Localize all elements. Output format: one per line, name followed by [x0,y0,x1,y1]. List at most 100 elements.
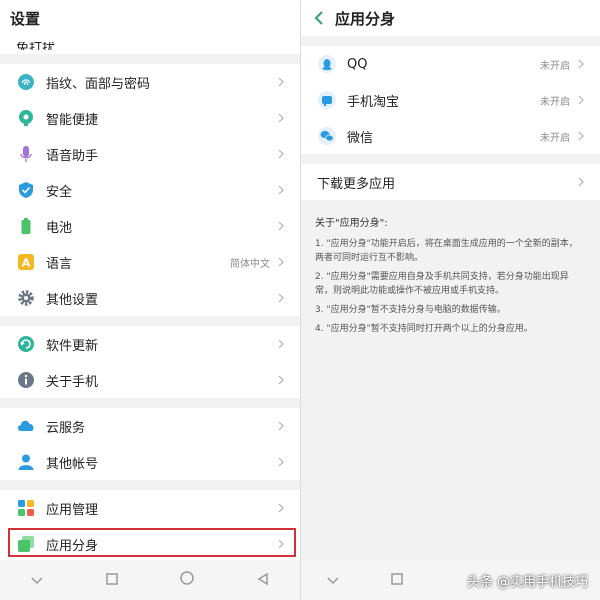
chevron-right-icon [578,176,586,188]
item-label: 语音助手 [46,148,99,164]
note-2: 2. "应用分身"需要应用自身及手机共同支持，若分身功能出现异常，则说明此功能或… [315,272,569,296]
chevron-right-icon [278,420,286,432]
chevron-right-icon [278,338,286,350]
person-icon [16,452,36,472]
settings-group: 指纹、面部与密码 智能便捷语音助手安全电池 A 语言 简体中文其他设置 [0,64,300,316]
settings-item-smart-assist[interactable]: 智能便捷 [0,100,300,136]
smart-assist-icon [16,108,36,128]
download-more-group: 下载更多应用 [301,164,600,200]
item-value: 简体中文 [230,258,270,270]
note-3: 3. "应用分身"暂不支持分身与电脑的数据传输。 [315,305,506,315]
settings-item-cloud[interactable]: 云服务 [0,408,300,444]
settings-item-microphone[interactable]: 语音助手 [0,136,300,172]
settings-group: 云服务 其他帐号 [0,408,300,480]
item-label: 其他设置 [46,292,99,308]
page-title: 设置 [10,9,41,28]
info-icon [16,370,36,390]
fingerprint-icon [16,72,36,92]
settings-title-bar: 设置 [0,0,300,36]
gear-icon [16,288,36,308]
item-label: 智能便捷 [46,112,99,128]
settings-list: 指纹、面部与密码 智能便捷语音助手安全电池 A 语言 简体中文其他设置软件更新关于手机云… [0,54,300,562]
page-title: 应用分身 [335,9,396,28]
nav-recent-apps-icon[interactable] [390,571,404,590]
item-label: 指纹、面部与密码 [46,76,151,92]
app-clone-pane: 应用分身 QQ 未开启 手机淘宝 未开启 微信 未开启 下载更多应用 关于"应用分身": … [301,0,600,600]
settings-item-fingerprint[interactable]: 指纹、面部与密码 [0,64,300,100]
item-label: QQ [347,56,368,72]
microphone-icon [16,144,36,164]
wechat-icon [317,126,337,146]
watermark: 头条 @实用手机技巧 [466,575,588,590]
item-label: 应用分身 [46,538,99,554]
back-arrow-icon[interactable] [313,8,329,28]
item-label: 安全 [46,184,73,200]
settings-group: 应用管理 应用分身 [0,490,300,562]
svg-text:A: A [22,257,31,270]
taobao-icon [317,90,337,110]
nav-down-icon[interactable] [30,571,44,590]
status-text: 未开启 [540,96,570,108]
app-list: QQ 未开启 手机淘宝 未开启 微信 未开启 [301,46,600,154]
app-clone-icon [16,534,36,554]
download-more-apps-item[interactable]: 下载更多应用 [301,164,600,200]
app-item-qq[interactable]: QQ 未开启 [301,46,600,82]
chevron-right-icon [278,374,286,386]
settings-item-info[interactable]: 关于手机 [0,362,300,398]
note-4: 4. "应用分身"暂不支持同时打开两个以上的分身应用。 [315,324,533,334]
status-text: 未开启 [540,132,570,144]
item-label: 电池 [46,220,73,236]
navigation-bar [0,560,300,600]
nav-home-icon[interactable] [179,570,195,590]
settings-item-app-clone[interactable]: 应用分身 [0,526,300,562]
item-label: 微信 [347,130,374,146]
nav-recent-apps-icon[interactable] [105,571,119,590]
settings-item-gear[interactable]: 其他设置 [0,280,300,316]
qq-icon [317,54,337,74]
chevron-right-icon [278,184,286,196]
app-item-wechat[interactable]: 微信 未开启 [301,118,600,154]
status-text: 未开启 [540,60,570,72]
item-label: 关于手机 [46,374,99,390]
chevron-right-icon [278,256,286,268]
app-item-taobao[interactable]: 手机淘宝 未开启 [301,82,600,118]
settings-item-update[interactable]: 软件更新 [0,326,300,362]
notes-title: 关于"应用分身": [315,218,388,229]
chevron-right-icon [578,130,586,142]
item-label: 应用管理 [46,502,99,518]
settings-item-apps-grid[interactable]: 应用管理 [0,490,300,526]
chevron-right-icon [278,538,286,550]
settings-item-language[interactable]: A 语言 简体中文 [0,244,300,280]
chevron-right-icon [278,76,286,88]
chevron-right-icon [278,112,286,124]
settings-item-battery[interactable]: 电池 [0,208,300,244]
update-icon [16,334,36,354]
app-clone-title-bar: 应用分身 [301,0,600,36]
item-label: 云服务 [46,420,86,436]
chevron-right-icon [278,292,286,304]
chevron-right-icon [278,502,286,514]
item-label: 软件更新 [46,338,99,354]
chevron-right-icon [278,456,286,468]
cloud-icon [16,416,36,436]
battery-icon [16,216,36,236]
note-1: 1. "应用分身"功能开启后，将在桌面生成应用的一个全新的副本，两者可同时运行互… [315,239,578,263]
settings-item-person[interactable]: 其他帐号 [0,444,300,480]
item-label: 语言 [46,256,73,272]
nav-back-icon[interactable] [256,571,270,590]
settings-pane: 设置 免打扰 指纹、面部与密码 智能便捷语音助手安全电池 A 语言 简体中文其他设置软件… [0,0,300,600]
chevron-right-icon [278,220,286,232]
chevron-right-icon [578,94,586,106]
settings-item-do-not-disturb[interactable]: 免打扰 [0,36,300,54]
apps-grid-icon [16,498,36,518]
item-label: 其他帐号 [46,456,99,472]
about-app-clone-notes: 关于"应用分身": 1. "应用分身"功能开启后，将在桌面生成应用的一个全新的副… [301,200,600,336]
settings-item-shield[interactable]: 安全 [0,172,300,208]
nav-down-icon[interactable] [326,571,340,590]
chevron-right-icon [278,148,286,160]
language-icon: A [16,252,36,272]
chevron-right-icon [578,58,586,70]
shield-icon [16,180,36,200]
item-label: 手机淘宝 [347,94,400,110]
settings-group: 软件更新 关于手机 [0,326,300,398]
